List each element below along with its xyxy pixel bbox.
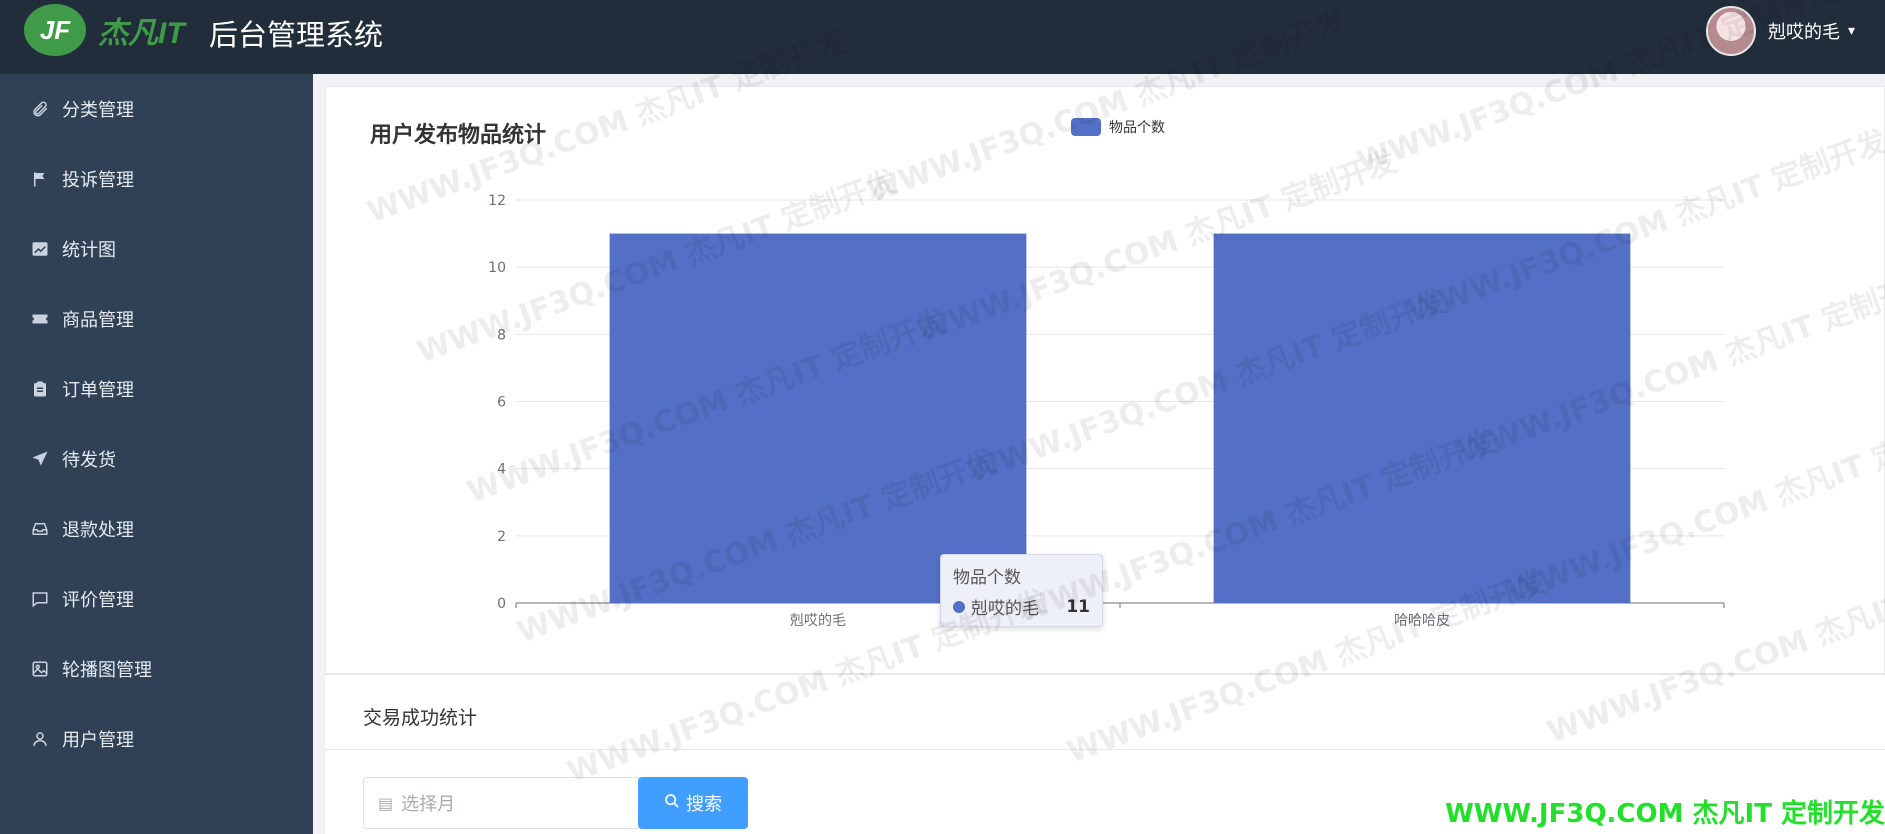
top-header: JF 杰凡IT 后台管理系统 剋哎的毛 ▾ [0,0,1885,74]
y-tick-label: 0 [497,596,506,612]
app-title: 后台管理系统 [209,20,384,52]
sidebar-item-label: 商品管理 [62,310,134,331]
bar [609,233,1027,604]
tooltip-dot [953,600,965,613]
sidebar-item-label: 用户管理 [62,730,134,751]
sidebar-item-label: 分类管理 [62,100,134,121]
ticket-icon [30,309,50,329]
bar-chart: 024681012剋哎的毛 哈哈哈皮 [488,193,1725,629]
y-tick-label: 8 [497,327,506,343]
user-icon [30,729,50,749]
sidebar-item-refund[interactable]: 退款处理 [0,494,313,564]
y-tick-label: 6 [497,395,506,411]
inbox-icon [30,519,50,539]
bar [1213,233,1631,604]
tooltip-title: 物品个数 [953,568,1021,588]
comment-icon [30,589,50,609]
month-picker-placeholder: 选择月 [401,794,456,815]
sidebar-item-label: 待发货 [62,450,116,471]
month-picker-input[interactable]: ▤ 选择月 [363,777,641,829]
calendar-icon: ▤ [378,793,394,813]
sidebar-item-category[interactable]: 分类管理 [0,74,313,144]
trade-stats-title: 交易成功统计 [363,707,478,729]
sidebar-item-label: 评价管理 [62,590,134,611]
paperclip-icon [30,99,50,119]
sidebar-item-label: 投诉管理 [62,170,134,191]
y-tick-label: 2 [497,529,506,545]
x-tick-label: 剋哎的毛 [790,613,846,629]
flag-icon [30,169,50,189]
sidebar-item-label: 统计图 [62,240,116,261]
chevron-down-icon[interactable]: ▾ [1848,23,1855,39]
chart-icon [30,239,50,259]
logo-text: 杰凡IT [98,17,185,50]
sidebar-item-goods[interactable]: 商品管理 [0,284,313,354]
send-icon [30,449,50,469]
clipboard-icon [30,379,50,399]
tooltip-category: 剋哎的毛 [971,599,1039,619]
sidebar-item-complaint[interactable]: 投诉管理 [0,144,313,214]
sidebar-item-reviews[interactable]: 评价管理 [0,564,313,634]
image-icon [30,659,50,679]
sidebar-item-label: 轮播图管理 [62,660,152,681]
search-icon [664,793,680,814]
x-tick-label: 哈哈哈皮 [1394,613,1450,629]
divider [325,749,1885,750]
y-tick-label: 4 [497,462,506,478]
search-button[interactable]: 搜索 [638,777,748,829]
sidebar-item-label: 订单管理 [62,380,134,401]
y-tick-label: 12 [488,193,506,209]
user-name[interactable]: 剋哎的毛 [1768,18,1840,44]
chart-tooltip: 物品个数 剋哎的毛 11 [940,554,1103,627]
y-tick-label: 10 [488,260,506,276]
logo: JF 杰凡IT [24,4,185,56]
sidebar-item-users[interactable]: 用户管理 [0,704,313,774]
main-content: 用户发布物品统计 物品个数 0 2 4 6 8 10 12 剋哎的毛 哈哈哈皮 物品个数 剋哎的… [313,74,1885,834]
tooltip-row: 剋哎的毛 11 [953,594,1090,619]
user-menu[interactable]: 剋哎的毛 ▾ [1705,6,1855,56]
search-button-label: 搜索 [686,794,722,815]
sidebar-item-label: 退款处理 [62,520,134,541]
sidebar-item-orders[interactable]: 订单管理 [0,354,313,424]
sidebar-item-statistics[interactable]: 统计图 [0,214,313,284]
footer-watermark: WWW.JF3Q.COM 杰凡IT 定制开发 [1445,799,1885,829]
sidebar-item-carousel[interactable]: 轮播图管理 [0,634,313,704]
avatar[interactable] [1705,6,1756,56]
sidebar: 分类管理 投诉管理 统计图 商品管理 订单管理 待发货 退款处理 评价管理 轮播… [0,74,313,834]
sidebar-item-pending-shipment[interactable]: 待发货 [0,424,313,494]
chart-card: 用户发布物品统计 物品个数 0 2 4 6 8 10 12 剋哎的毛 哈哈哈皮 [325,86,1885,674]
logo-badge: JF [24,4,86,56]
tooltip-value: 11 [1066,596,1090,617]
